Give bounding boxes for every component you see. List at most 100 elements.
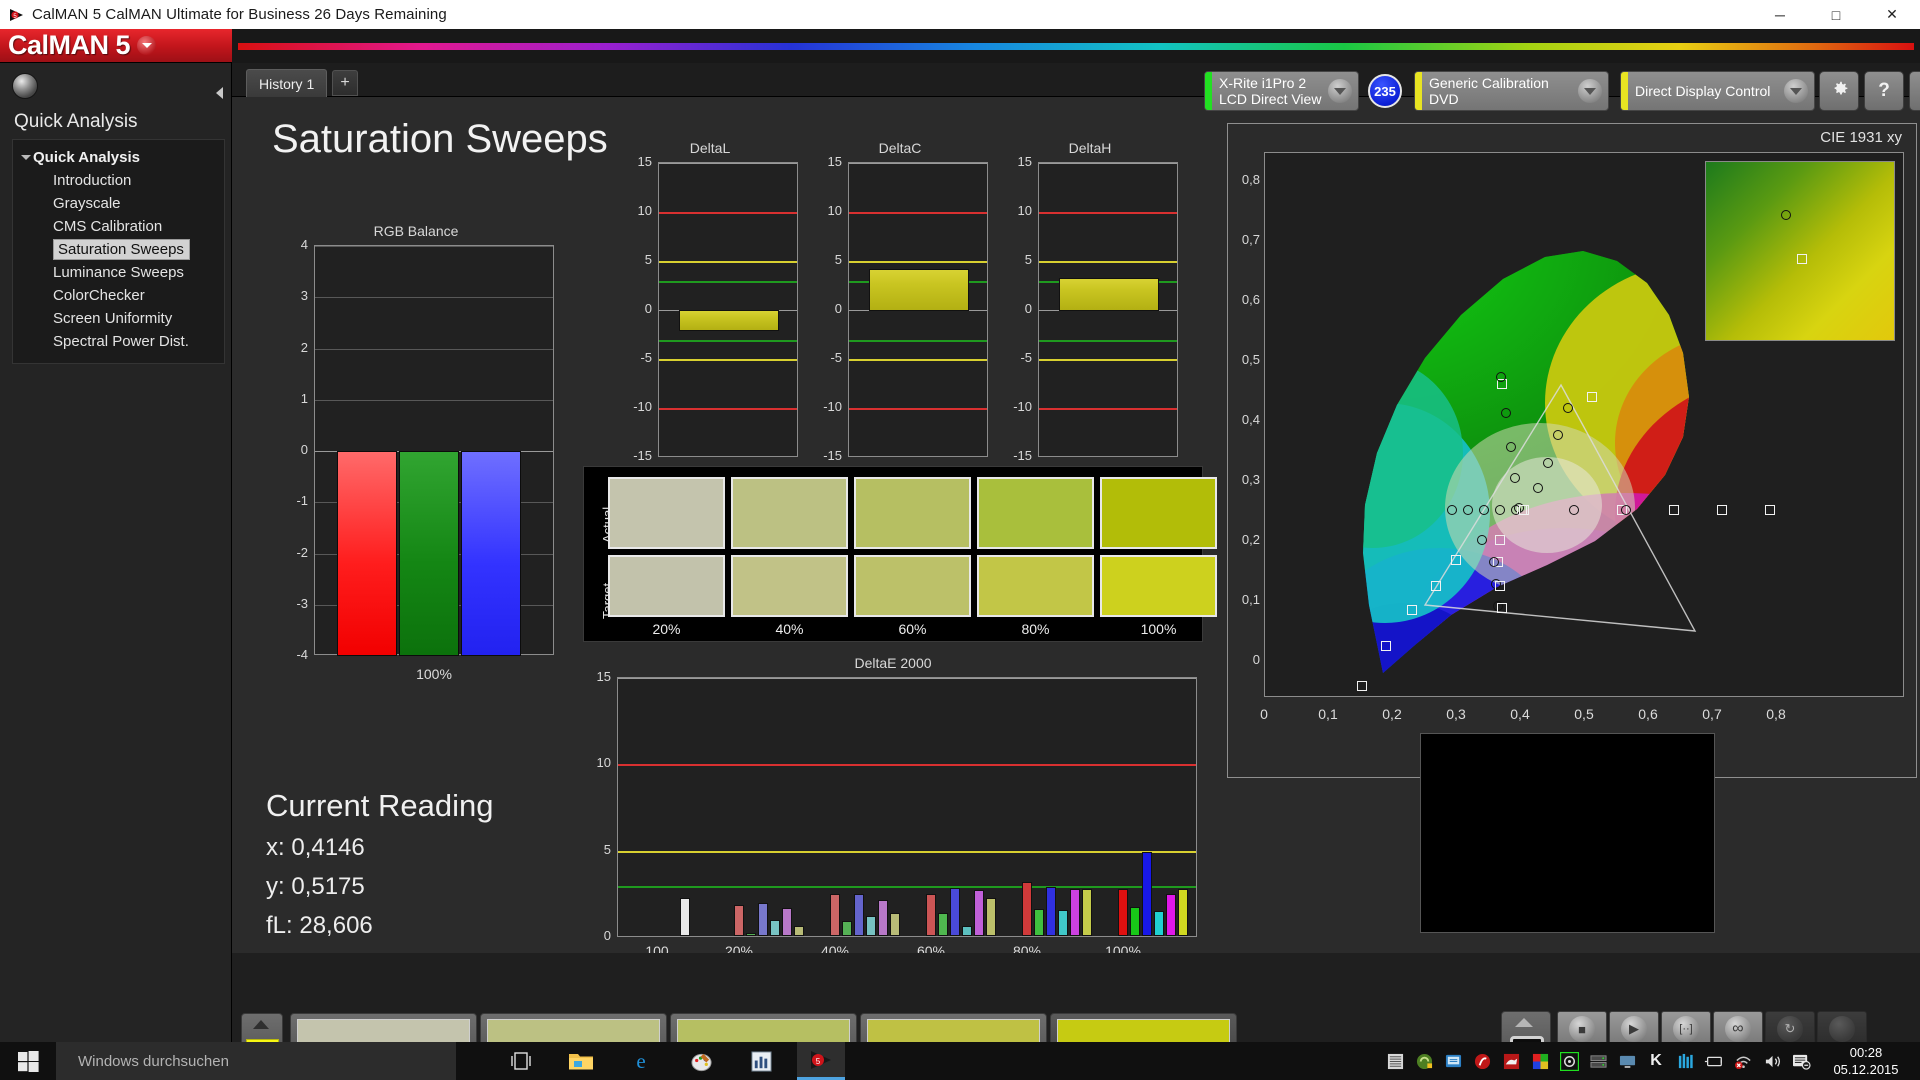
meter-selector[interactable]: X-Rite i1Pro 2 LCD Direct View — [1204, 71, 1359, 111]
help-button[interactable]: ? — [1864, 71, 1904, 111]
rgb-ytick: 1 — [300, 391, 308, 406]
color-icon[interactable] — [1530, 1051, 1550, 1071]
cie-plot — [1264, 152, 1904, 697]
firewall-icon[interactable] — [1501, 1051, 1521, 1071]
sidebar-item-luminance-sweeps[interactable]: Luminance Sweeps — [13, 261, 224, 284]
steelseries-icon[interactable] — [1559, 1051, 1579, 1071]
tab-history-1[interactable]: History 1 — [246, 69, 328, 97]
deltac-plot — [848, 162, 988, 457]
deltal-ytick: -10 — [633, 399, 652, 414]
network-config-icon[interactable] — [1443, 1051, 1463, 1071]
de-bar — [680, 898, 690, 936]
bracket-icon: [··] — [1673, 1016, 1699, 1042]
chevron-down-icon[interactable] — [21, 155, 31, 160]
question-mark-icon: ? — [1878, 80, 1890, 101]
triangle-up-icon[interactable] — [253, 1020, 269, 1029]
meter-dropdown-caret-icon[interactable] — [1328, 79, 1352, 103]
list-icon[interactable] — [1385, 1051, 1405, 1071]
sidebar-item-screen-uniformity[interactable]: Screen Uniformity — [13, 307, 224, 330]
deltac-threshold-red-pos — [849, 212, 987, 214]
reading-value-y: 0,5175 — [291, 873, 365, 900]
de-bar — [770, 920, 780, 936]
battery-icon[interactable] — [1704, 1051, 1724, 1071]
sidebar: Quick Analysis Quick Analysis Introducti… — [0, 63, 232, 1080]
rgb-bar-red — [337, 451, 397, 656]
cie-ytick: 0,2 — [1241, 532, 1260, 547]
actual-target-swatch-panel: Actual Target 20% 40% 60% 80% 100% — [583, 466, 1217, 642]
chart-app-icon[interactable] — [737, 1042, 785, 1080]
de-bar — [1070, 889, 1080, 936]
sidebar-item-spectral-power-dist[interactable]: Spectral Power Dist. — [13, 330, 224, 353]
add-tab-button[interactable]: + — [332, 70, 358, 96]
rgb-ytick: -1 — [296, 493, 308, 508]
deltac-ytick: -5 — [830, 350, 842, 365]
settings-button[interactable] — [1819, 71, 1859, 111]
brand-dropdown-caret-icon[interactable] — [137, 36, 157, 55]
cie-ytick: 0,8 — [1241, 172, 1260, 187]
volume-icon[interactable] — [1762, 1051, 1782, 1071]
de-threshold-green — [618, 886, 1196, 888]
search-input[interactable]: Windows durchsuchen — [56, 1042, 456, 1080]
cie-target-marker — [1357, 681, 1367, 691]
sidebar-collapse-icon[interactable] — [211, 75, 227, 111]
cie-xtick: 0,5 — [1574, 706, 1594, 722]
deltah-ytick: -5 — [1020, 350, 1032, 365]
de-bar — [1022, 882, 1032, 936]
triangle-up-icon[interactable] — [1515, 1018, 1533, 1027]
refresh-glyph: ↻ — [1784, 1021, 1796, 1036]
sidebar-item-cms-calibration[interactable]: CMS Calibration — [13, 215, 224, 238]
source-dropdown-caret-icon[interactable] — [1578, 79, 1602, 103]
cie-measured-marker — [1506, 442, 1516, 452]
paint-icon[interactable] — [677, 1042, 725, 1080]
file-explorer-icon[interactable] — [557, 1042, 605, 1080]
de-bar — [938, 913, 948, 936]
maximize-button[interactable]: □ — [1808, 0, 1864, 29]
speedfan-icon[interactable] — [1472, 1051, 1492, 1071]
display-icon[interactable] — [1617, 1051, 1637, 1071]
rgb-balance-title: RGB Balance — [373, 223, 459, 239]
deltal-ytick: 0 — [644, 301, 652, 316]
blank-icon — [1829, 1016, 1855, 1042]
sidebar-item-colorchecker[interactable]: ColorChecker — [13, 284, 224, 307]
de-bar — [1130, 907, 1140, 936]
de-bar — [746, 933, 756, 936]
nvidia-icon[interactable] — [1414, 1051, 1434, 1071]
minimize-button[interactable]: ─ — [1752, 0, 1808, 29]
cie-measured-marker — [1569, 505, 1579, 515]
clock-date: 05.12.2015 — [1833, 1062, 1899, 1077]
calman-logo[interactable]: CalMAN 5 — [0, 29, 232, 63]
sidebar-item-grayscale[interactable]: Grayscale — [13, 192, 224, 215]
calman-taskbar-icon[interactable]: 5 — [797, 1042, 845, 1080]
calman-logo-text: CalMAN 5 — [8, 30, 131, 60]
stop-icon: ■ — [1569, 1016, 1595, 1042]
deltal-ytick: 10 — [637, 203, 652, 218]
display-selector[interactable]: Direct Display Control — [1620, 71, 1815, 111]
action-center-icon[interactable] — [1791, 1051, 1811, 1071]
server-icon[interactable] — [1588, 1051, 1608, 1071]
sidebar-item-introduction[interactable]: Introduction — [13, 169, 224, 192]
window-title: CalMAN 5 CalMAN Ultimate for Business 26… — [32, 6, 447, 23]
k-icon[interactable]: K — [1646, 1051, 1666, 1071]
cie-ytick: 0,7 — [1241, 232, 1260, 247]
task-view-icon[interactable] — [497, 1042, 545, 1080]
sidebar-item-saturation-sweeps[interactable]: Saturation Sweeps — [13, 238, 224, 261]
wifi-off-icon[interactable] — [1733, 1051, 1753, 1071]
bars-icon[interactable] — [1675, 1051, 1695, 1071]
display-dropdown-caret-icon[interactable] — [1784, 79, 1808, 103]
rgb-ytick: 4 — [300, 237, 308, 252]
taskbar-clock[interactable]: 00:28 05.12.2015 — [1824, 1044, 1908, 1078]
collapse-panel-button[interactable] — [1909, 71, 1920, 111]
meter-status-bar — [1205, 72, 1212, 110]
record-orb-icon[interactable] — [12, 73, 38, 99]
close-button[interactable]: ✕ — [1864, 0, 1920, 29]
source-selector[interactable]: Generic Calibration DVD — [1414, 71, 1609, 111]
windows-start-icon[interactable] — [0, 1042, 56, 1080]
de-bar — [1046, 887, 1056, 936]
de-bar — [974, 890, 984, 936]
sidebar-root-quick-analysis[interactable]: Quick Analysis — [13, 146, 224, 169]
deltal-threshold-yellow-neg — [659, 359, 797, 361]
edge-icon[interactable]: e — [617, 1042, 665, 1080]
cie-target-marker — [1497, 603, 1507, 613]
cie-xtick: 0,8 — [1766, 706, 1786, 722]
rgb-ytick: -2 — [296, 545, 308, 560]
